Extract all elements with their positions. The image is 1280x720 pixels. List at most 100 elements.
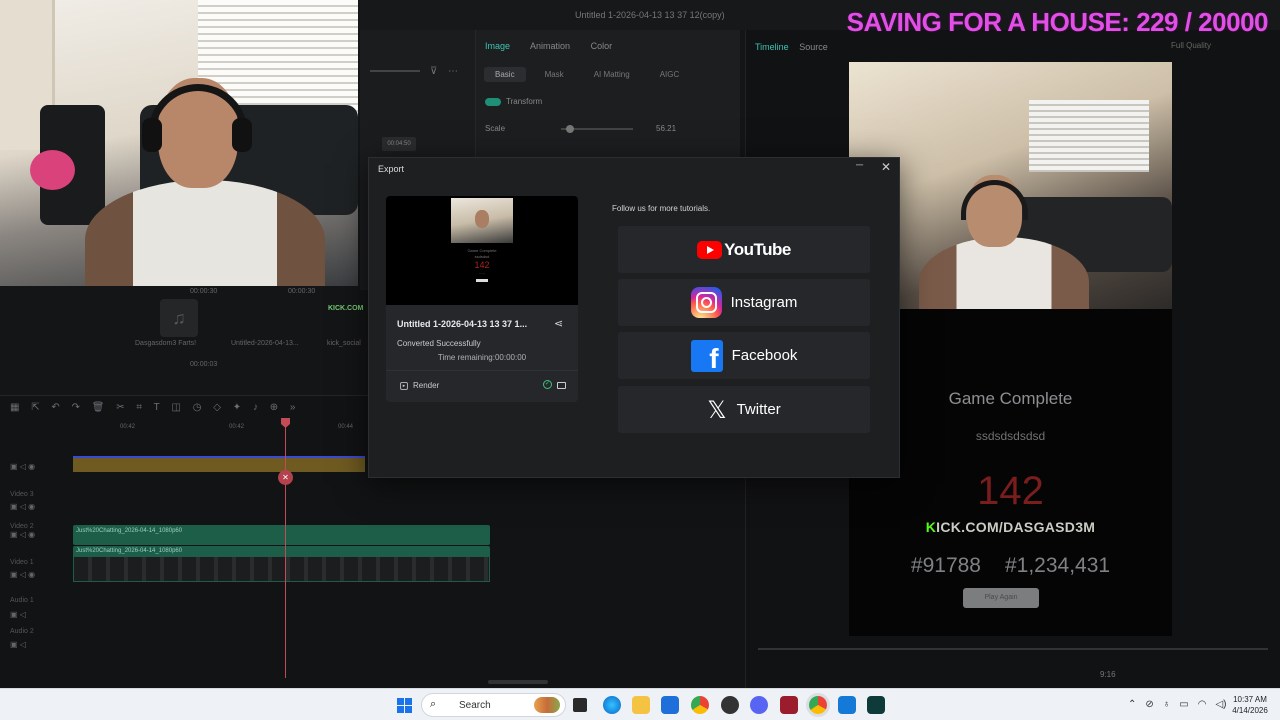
tab-image[interactable]: Image — [485, 41, 510, 51]
scale-value[interactable]: 56.21 — [656, 124, 676, 133]
store-icon[interactable] — [661, 696, 679, 714]
tab-animation[interactable]: Animation — [530, 41, 570, 51]
overlay-clip[interactable] — [73, 456, 365, 472]
keyframe-icon[interactable]: ◇ — [213, 402, 221, 413]
track-video-2: Video 2 — [10, 523, 34, 530]
transform-toggle[interactable] — [485, 97, 501, 106]
track-video-3: Video 3 — [10, 491, 34, 498]
select-icon[interactable]: ⇱ — [31, 402, 39, 413]
audio-icon[interactable]: ♪ — [253, 402, 258, 413]
thumb-webcam — [451, 198, 513, 243]
display-icon[interactable]: ▭ — [1179, 699, 1188, 710]
network-off-icon[interactable]: ⊘ — [1145, 699, 1153, 710]
subtab-basic[interactable]: Basic — [484, 67, 526, 82]
instagram-label: Instagram — [730, 294, 798, 311]
chrome-icon[interactable] — [691, 696, 709, 714]
minimize-icon[interactable]: ─ — [856, 160, 863, 171]
play-again-button[interactable]: Play Again — [963, 588, 1039, 608]
scale-label: Scale — [485, 124, 506, 133]
media-clip-1[interactable]: Dasgasdom3 Farts! — [135, 340, 196, 347]
share-icon[interactable]: ⋖ — [554, 317, 563, 330]
render-button[interactable]: ▸ Render — [400, 381, 439, 390]
video-clip-2[interactable]: Just%20Chatting_2026-04-14_1080p60 — [73, 525, 490, 545]
photos-icon[interactable] — [838, 696, 856, 714]
filter-icon[interactable]: ⊽ — [430, 66, 437, 77]
chevron-up-icon[interactable]: ⌃ — [1128, 699, 1136, 710]
chrome-active-icon[interactable] — [809, 696, 827, 714]
playhead[interactable] — [285, 420, 286, 678]
ai-icon[interactable]: ✦ — [233, 402, 241, 413]
twitter-label: Twitter — [736, 401, 781, 418]
game-ranks: #91788 #1,234,431 — [849, 554, 1172, 578]
delete-icon[interactable]: 🗑 — [92, 402, 105, 413]
export-status: Converted Successfully — [397, 339, 481, 348]
export-thumbnail[interactable]: Game Complete ssdsdsd 142 ····· — [386, 196, 578, 305]
tab-color[interactable]: Color — [591, 41, 613, 51]
split-icon[interactable]: ✂ — [116, 402, 124, 413]
mic-icon[interactable]: ♁ — [1163, 699, 1171, 710]
more-tools-icon[interactable]: » — [290, 402, 296, 413]
tab-source[interactable]: Source — [799, 42, 828, 52]
transform-row[interactable]: Transform — [485, 97, 542, 106]
zoom-icon[interactable]: ⊕ — [270, 402, 278, 413]
video-filmstrip[interactable] — [73, 556, 490, 582]
taskbar-search[interactable]: ⌕ Search — [421, 693, 566, 717]
zoom-ratio[interactable]: 9:16 — [1100, 670, 1116, 679]
dialog-title: Export — [378, 164, 405, 174]
track-controls-a1[interactable]: ▣ ◁ — [10, 610, 26, 619]
close-icon[interactable]: ✕ — [881, 160, 891, 174]
subtab-ai-matting[interactable]: AI Matting — [583, 67, 641, 82]
export-file-name: Untitled 1-2026-04-13 13 37 1... — [397, 319, 528, 329]
subtab-mask[interactable]: Mask — [534, 67, 575, 82]
twitter-button[interactable]: 𝕏 Twitter — [618, 386, 870, 433]
follow-text: Follow us for more tutorials. — [612, 204, 711, 213]
start-icon[interactable] — [397, 698, 412, 713]
speed-icon[interactable]: ◷ — [193, 402, 202, 413]
wifi-icon[interactable]: ◠ — [1198, 699, 1207, 710]
redo-icon[interactable]: ↷ — [72, 402, 80, 413]
thumb-button — [476, 279, 488, 282]
media-clip-3[interactable]: kick_social — [327, 340, 361, 347]
timeline-scrollbar[interactable] — [488, 680, 548, 684]
scale-slider-handle[interactable] — [566, 125, 574, 133]
tab-timeline[interactable]: Timeline — [755, 42, 789, 52]
volume-icon[interactable]: ◁) — [1215, 699, 1226, 710]
text-icon[interactable]: T — [154, 402, 160, 413]
open-folder-icon[interactable] — [557, 382, 566, 389]
file-explorer-icon[interactable] — [632, 696, 650, 714]
edge-icon[interactable] — [603, 696, 621, 714]
split-marker-icon[interactable]: ✕ — [278, 470, 293, 485]
undo-icon[interactable]: ↶ — [51, 402, 59, 413]
acrobat-icon[interactable] — [780, 696, 798, 714]
zoom-slider[interactable] — [370, 70, 420, 72]
media-clip-2[interactable]: Untitled-2026-04-13... — [231, 340, 299, 347]
facebook-button[interactable]: f Facebook — [618, 332, 870, 379]
earcup-right — [232, 118, 252, 152]
layout-icon[interactable]: ▦ — [10, 402, 19, 413]
youtube-button[interactable]: YouTube — [618, 226, 870, 273]
track-controls-a2[interactable]: ▣ ◁ — [10, 640, 26, 649]
filmora-icon[interactable] — [867, 696, 885, 714]
youtube-label: YouTube — [724, 239, 791, 259]
taskbar-clock[interactable]: 10:37 AM 4/14/2026 — [1226, 694, 1274, 716]
obs-icon[interactable] — [721, 696, 739, 714]
quality-dropdown[interactable]: Full Quality — [1156, 38, 1226, 54]
preview-progress-bar[interactable] — [758, 648, 1268, 650]
music-icon[interactable]: ♫ — [160, 299, 198, 337]
crop-icon[interactable]: ⌗ — [136, 402, 142, 413]
subtab-aigc[interactable]: AIGC — [649, 67, 691, 82]
discord-icon[interactable] — [750, 696, 768, 714]
rank-right: #1,234,431 — [1004, 554, 1111, 577]
instagram-button[interactable]: Instagram — [618, 279, 870, 326]
task-view-icon[interactable] — [573, 698, 587, 712]
track-controls-v3[interactable]: ▣ ◁ ◉ — [10, 502, 35, 511]
effects-icon[interactable]: ◫ — [172, 402, 181, 413]
track-controls-v2[interactable]: ▣ ◁ ◉ — [10, 530, 35, 539]
success-check-icon: ✓ — [543, 380, 552, 389]
more-icon[interactable]: ⋯ — [448, 66, 458, 77]
property-panel: Image Animation Color Basic Mask AI Matt… — [475, 30, 740, 160]
track-controls-top[interactable]: ▣ ◁ ◉ — [10, 462, 35, 471]
rank-left: #91788 — [910, 554, 981, 577]
facebook-icon: f — [690, 339, 723, 372]
track-controls-v1[interactable]: ▣ ◁ ◉ — [10, 570, 35, 579]
